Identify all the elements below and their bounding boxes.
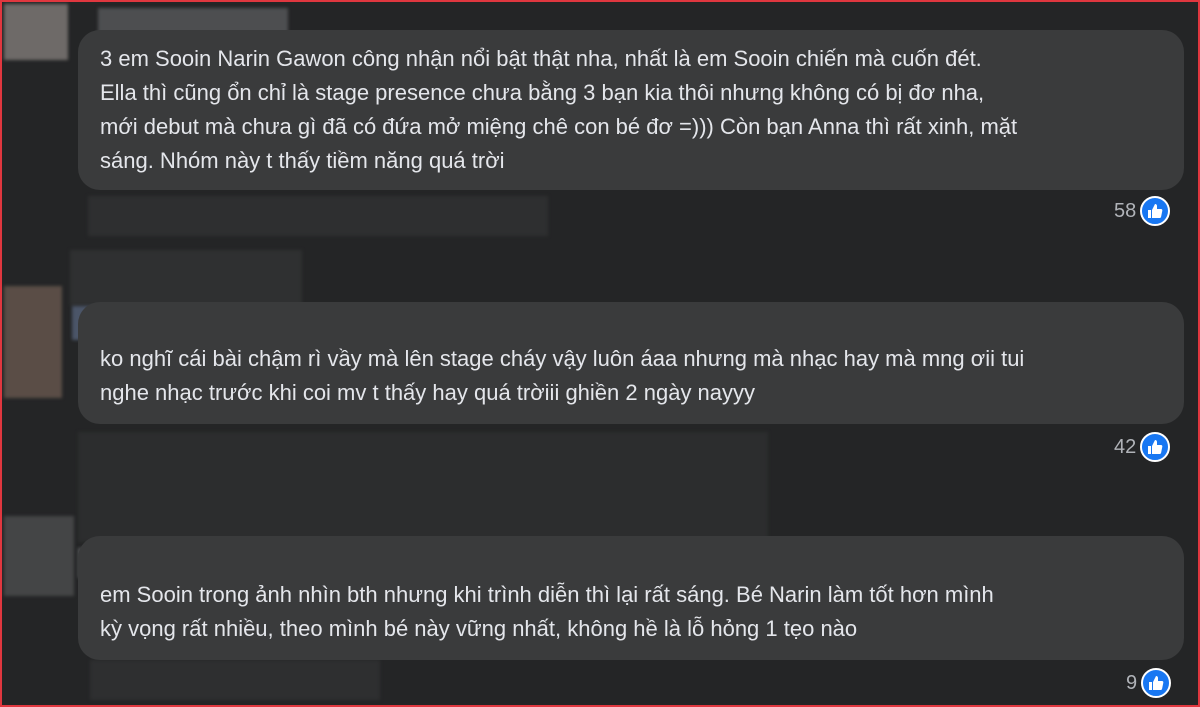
highlight-frame [0,0,1200,707]
